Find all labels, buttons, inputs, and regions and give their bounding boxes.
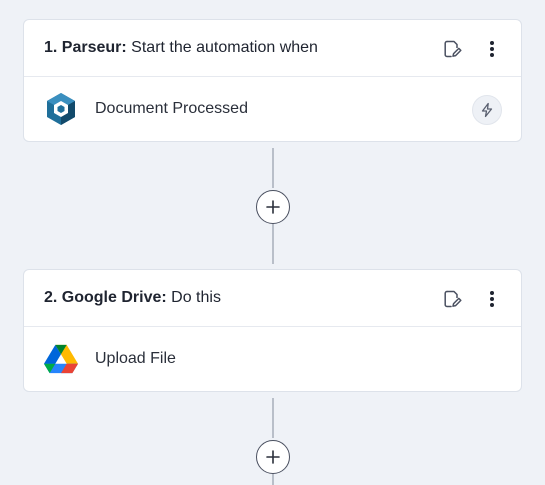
step-body[interactable]: Upload File bbox=[24, 327, 521, 391]
add-step-button[interactable] bbox=[256, 190, 290, 224]
connector-line bbox=[272, 398, 274, 438]
connector-line bbox=[272, 474, 274, 485]
edit-note-icon[interactable] bbox=[441, 288, 463, 310]
lightning-bolt-icon bbox=[472, 95, 502, 125]
step-card-2[interactable]: 2. Google Drive: Do this Upload File bbox=[23, 269, 522, 392]
plus-icon bbox=[266, 200, 280, 214]
step-title: 1. Parseur: Start the automation when bbox=[44, 39, 318, 57]
add-step-button[interactable] bbox=[256, 440, 290, 474]
step-header: 2. Google Drive: Do this bbox=[24, 270, 521, 327]
connector-line bbox=[272, 148, 274, 188]
parseur-logo-icon bbox=[44, 92, 78, 126]
connector-line bbox=[272, 224, 274, 264]
step-body[interactable]: Document Processed bbox=[24, 77, 521, 141]
more-vertical-icon[interactable] bbox=[481, 38, 503, 60]
edit-note-icon[interactable] bbox=[441, 38, 463, 60]
more-vertical-icon[interactable] bbox=[481, 288, 503, 310]
google-drive-logo-icon bbox=[44, 342, 78, 376]
step-action-name: Upload File bbox=[95, 350, 176, 367]
step-description: Start the automation when bbox=[131, 39, 318, 56]
step-app-label: 2. Google Drive: bbox=[44, 289, 167, 306]
plus-icon bbox=[266, 450, 280, 464]
step-card-1[interactable]: 1. Parseur: Start the automation when Do… bbox=[23, 19, 522, 142]
step-title: 2. Google Drive: Do this bbox=[44, 289, 221, 307]
step-action-name: Document Processed bbox=[95, 100, 248, 117]
step-description: Do this bbox=[171, 289, 221, 306]
step-header: 1. Parseur: Start the automation when bbox=[24, 20, 521, 77]
step-app-label: 1. Parseur: bbox=[44, 39, 127, 56]
